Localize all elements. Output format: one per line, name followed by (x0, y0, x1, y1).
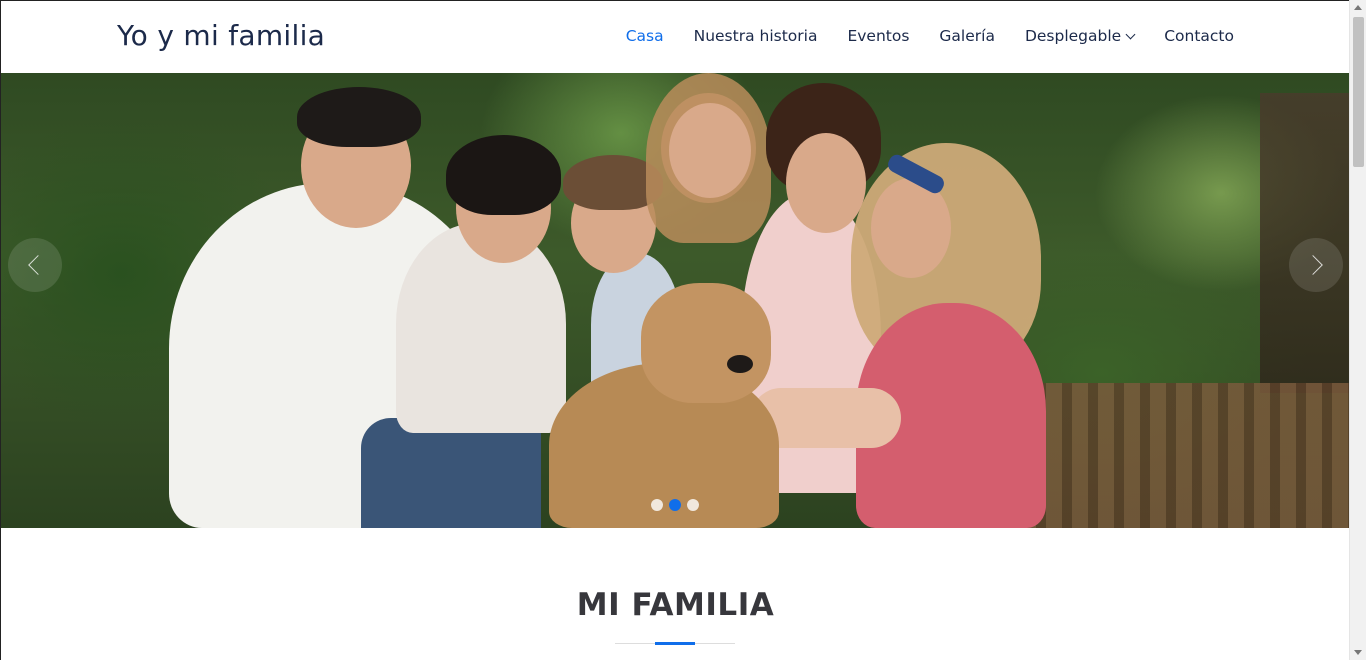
figure-father-hair (297, 87, 421, 147)
nav-item-contacto[interactable]: Contacto (1164, 27, 1234, 45)
page-scrollbar[interactable] (1349, 0, 1366, 660)
carousel-prev-button[interactable] (8, 238, 62, 292)
figure-woman-head (786, 133, 866, 233)
figure-boy-hair (446, 135, 561, 215)
carousel-indicator-1[interactable] (651, 499, 663, 511)
figure-girl-curly-head (871, 178, 951, 278)
site-header: Yo y mi familia Casa Nuestra historia Ev… (1, 1, 1349, 73)
figure-father-jeans (361, 418, 541, 528)
carousel-indicator-2[interactable] (669, 499, 681, 511)
nav-item-nuestra-historia[interactable]: Nuestra historia (694, 27, 818, 45)
nav-item-eventos[interactable]: Eventos (847, 27, 909, 45)
scroll-up-arrow-icon[interactable] (1354, 5, 1362, 10)
chevron-right-icon (1303, 255, 1323, 275)
chevron-down-icon (1125, 29, 1136, 39)
figure-girl-blonde-face (669, 103, 751, 198)
scroll-down-arrow-icon[interactable] (1354, 650, 1362, 655)
chevron-left-icon (28, 255, 48, 275)
nav-item-casa[interactable]: Casa (626, 27, 664, 45)
fence-shape (1020, 383, 1349, 528)
figure-dog-nose (727, 355, 753, 373)
main-nav: Casa Nuestra historia Eventos Galería De… (626, 27, 1234, 45)
page: Yo y mi familia Casa Nuestra historia Ev… (0, 0, 1349, 660)
carousel-next-button[interactable] (1289, 238, 1343, 292)
title-accent-bar (655, 642, 695, 645)
hero-image (1, 73, 1349, 528)
carousel-indicators (651, 499, 699, 511)
nav-item-desplegable[interactable]: Desplegable (1024, 27, 1136, 45)
nav-item-galeria[interactable]: Galería (939, 27, 995, 45)
carousel-indicator-3[interactable] (687, 499, 699, 511)
hero-carousel (1, 73, 1349, 528)
site-logo[interactable]: Yo y mi familia (117, 19, 325, 52)
section-title: MI FAMILIA (576, 587, 775, 623)
figure-dog-head (641, 283, 771, 403)
nav-item-desplegable-label: Desplegable (1024, 27, 1122, 45)
scroll-thumb[interactable] (1353, 17, 1364, 167)
